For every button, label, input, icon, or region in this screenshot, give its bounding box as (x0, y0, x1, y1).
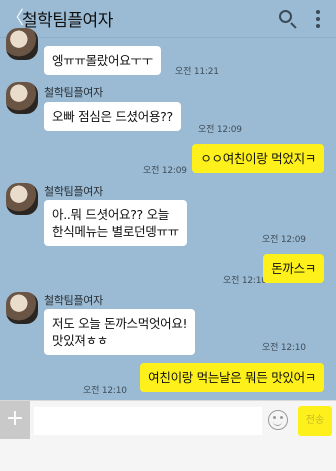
their-message-bubble: 아..뭐 드셧어요?? 오늘 한식메뉴는 별로던뎅ㅠㅠ (44, 200, 187, 246)
their-message-bubble: 엥ㅠㅠ몰랐어요ㅜㅜ (44, 46, 161, 75)
their-message-bubble: 저도 오늘 돈까스먹엇어요! 맛있져ㅎㅎ (44, 309, 196, 355)
menu-icon[interactable] (316, 9, 320, 28)
message-time: 오전 12:09 (143, 166, 187, 176)
plus-icon[interactable]: + (0, 401, 30, 439)
message-time: 오전 12:09 (262, 235, 306, 245)
avatar[interactable] (6, 82, 38, 114)
message-time: 오전 11:21 (175, 67, 219, 77)
message-time: 오전 12:10 (223, 276, 267, 286)
avatar[interactable] (6, 292, 38, 324)
avatar[interactable] (6, 183, 38, 215)
send-button[interactable]: 전송 (298, 406, 332, 436)
message-line: 아..뭐 드셧어요?? 오늘 (52, 207, 169, 222)
sender-name: 철학팀플여자 (44, 294, 103, 307)
sender-name: 철학팀플여자 (44, 185, 103, 198)
message-time: 오전 12:09 (198, 125, 242, 135)
message-list: 엥ㅠㅠ몰랐어요ㅜㅜ 오전 11:21 철학팀플여자 오빠 점심은 드셨어용?? … (0, 28, 336, 400)
my-message-bubble: 돈까스ㅋ (263, 254, 324, 283)
input-bar: + 전송 (0, 400, 336, 471)
chat-header: 〈 철학팀플여자 (0, 0, 336, 38)
message-time: 오전 12:10 (83, 386, 127, 396)
sender-name: 철학팀플여자 (44, 86, 103, 99)
their-message-bubble: 오빠 점심은 드셨어용?? (44, 102, 181, 131)
my-message-bubble: 여친이랑 먹는날은 뭐든 맛있어ㅋ (140, 363, 324, 392)
message-line: 맛있져ㅎㅎ (52, 333, 109, 348)
my-message-bubble: ㅇㅇ여친이랑 먹었지ㅋ (192, 144, 324, 173)
emoji-icon[interactable] (268, 410, 288, 430)
message-line: 저도 오늘 돈까스먹엇어요! (52, 316, 188, 331)
message-input[interactable] (34, 407, 262, 435)
avatar[interactable] (6, 28, 38, 60)
search-icon[interactable] (278, 9, 298, 29)
message-time: 오전 12:10 (262, 343, 306, 353)
chat-title: 철학팀플여자 (22, 11, 113, 31)
message-line: 한식메뉴는 별로던뎅ㅠㅠ (52, 224, 179, 239)
